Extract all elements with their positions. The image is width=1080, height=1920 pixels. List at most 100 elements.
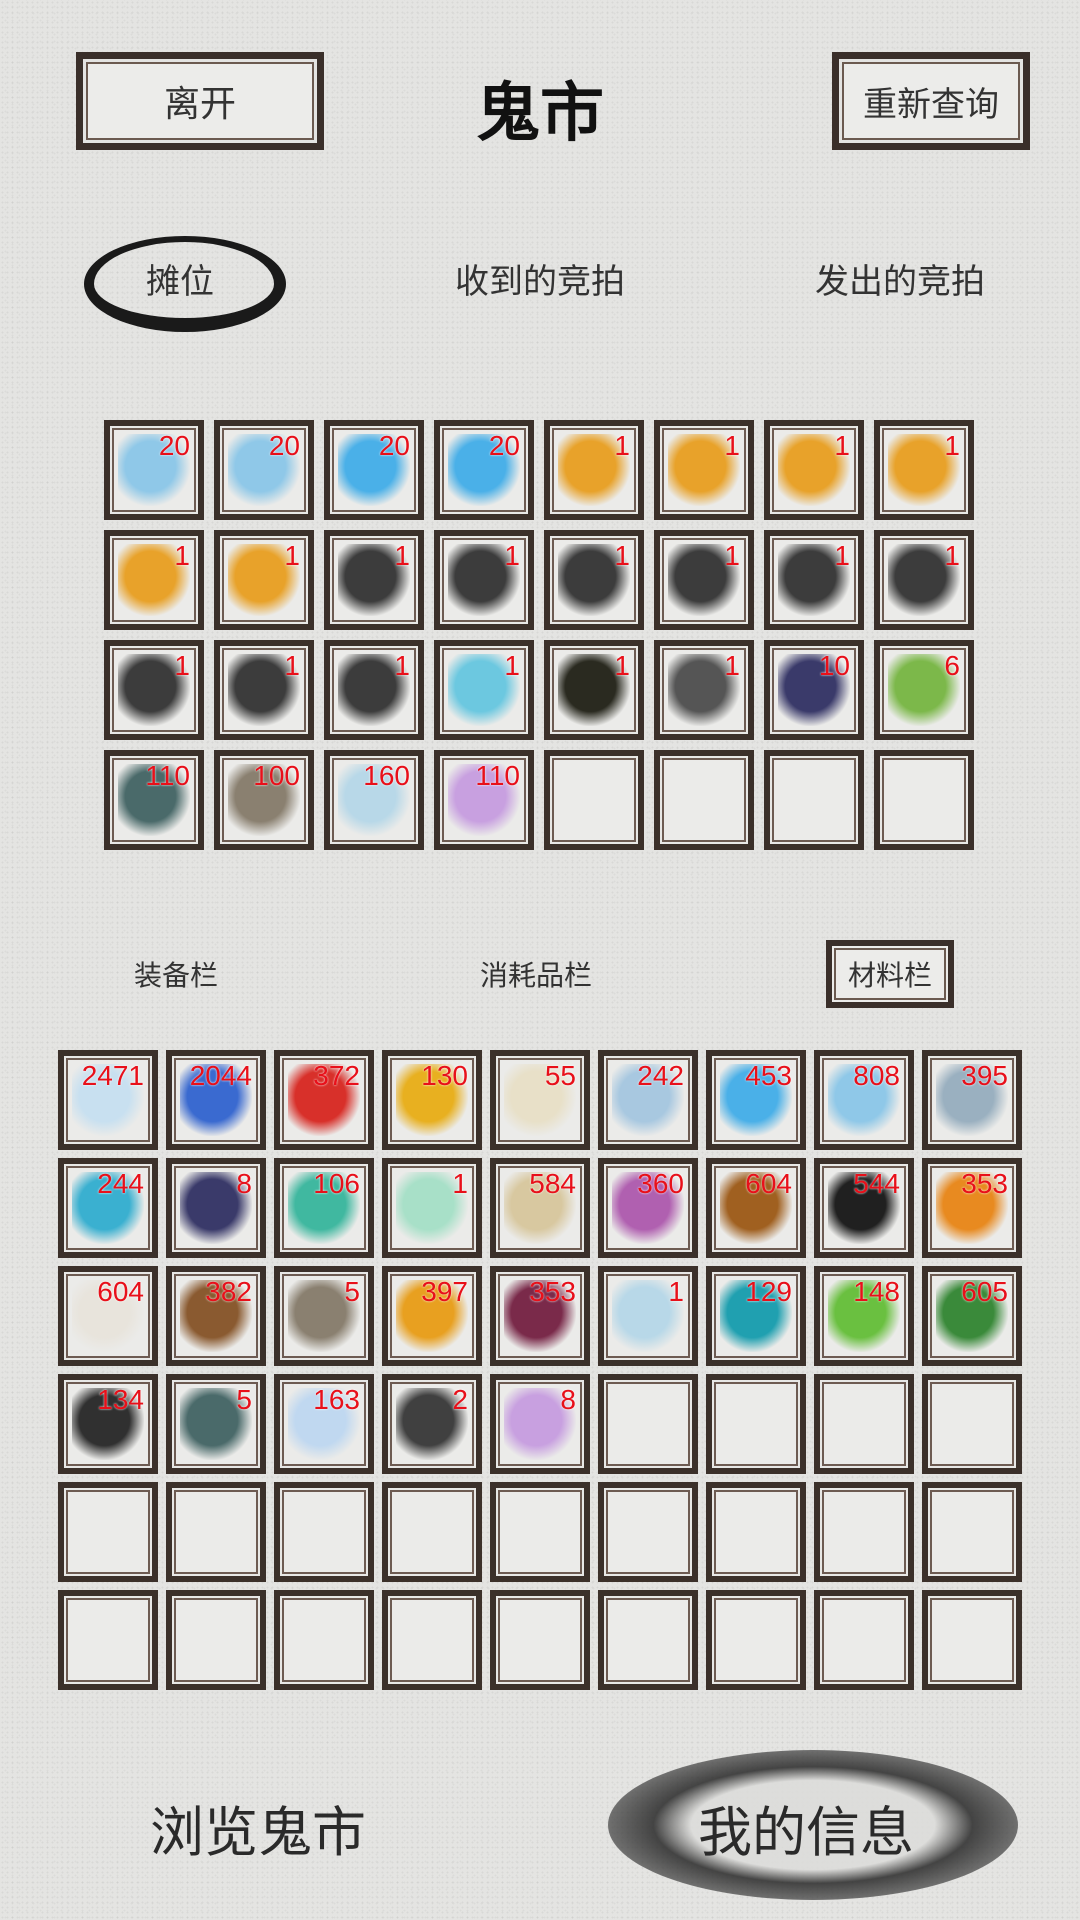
bag-slot[interactable]: 106 xyxy=(274,1158,374,1258)
bag-slot[interactable] xyxy=(922,1374,1022,1474)
bag-slot[interactable]: 395 xyxy=(922,1050,1022,1150)
bag-slot[interactable] xyxy=(166,1590,266,1690)
bag-slot[interactable]: 605 xyxy=(922,1266,1022,1366)
bag-slot[interactable] xyxy=(382,1482,482,1582)
bag-slot[interactable] xyxy=(382,1590,482,1690)
stall-slot[interactable] xyxy=(654,750,754,850)
bag-slot[interactable]: 55 xyxy=(490,1050,590,1150)
stall-slot[interactable]: 1 xyxy=(874,420,974,520)
bag-slot[interactable]: 5 xyxy=(166,1374,266,1474)
bag-slot[interactable]: 163 xyxy=(274,1374,374,1474)
bag-slot[interactable] xyxy=(706,1482,806,1582)
stall-slot[interactable] xyxy=(544,750,644,850)
bag-slot[interactable]: 8 xyxy=(490,1374,590,1474)
stall-slot[interactable]: 1 xyxy=(654,420,754,520)
bag-slot[interactable] xyxy=(706,1590,806,1690)
tab-sent-bids[interactable]: 发出的竞拍 xyxy=(790,254,1010,303)
stall-slot[interactable]: 1 xyxy=(434,640,534,740)
bag-slot[interactable]: 2 xyxy=(382,1374,482,1474)
bag-slot[interactable] xyxy=(490,1590,590,1690)
requery-button[interactable]: 重新查询 xyxy=(832,52,1030,150)
stall-slot[interactable] xyxy=(764,750,864,850)
bag-slot[interactable] xyxy=(706,1374,806,1474)
stall-slot[interactable]: 1 xyxy=(104,530,204,630)
tab-materials[interactable]: 材料栏 xyxy=(826,940,955,1008)
tab-consumables[interactable]: 消耗品栏 xyxy=(480,954,592,994)
bag-slot[interactable] xyxy=(598,1482,698,1582)
stall-slot[interactable]: 10 xyxy=(764,640,864,740)
bag-slot[interactable]: 382 xyxy=(166,1266,266,1366)
stall-slot[interactable]: 20 xyxy=(104,420,204,520)
bag-slot[interactable] xyxy=(814,1374,914,1474)
tab-stall[interactable]: 摊位 xyxy=(110,254,250,303)
bag-slot[interactable]: 148 xyxy=(814,1266,914,1366)
tab-equipment[interactable]: 装备栏 xyxy=(134,954,218,994)
bag-slot[interactable] xyxy=(922,1482,1022,1582)
bag-slot[interactable]: 808 xyxy=(814,1050,914,1150)
stall-slot[interactable]: 100 xyxy=(214,750,314,850)
bag-slot[interactable]: 244 xyxy=(58,1158,158,1258)
stall-slot[interactable]: 1 xyxy=(654,530,754,630)
stall-slot[interactable]: 1 xyxy=(544,530,644,630)
bag-slot[interactable]: 353 xyxy=(922,1158,1022,1258)
bag-slot[interactable]: 1 xyxy=(598,1266,698,1366)
bag-slot[interactable]: 360 xyxy=(598,1158,698,1258)
stall-slot[interactable]: 1 xyxy=(214,530,314,630)
browse-market-button[interactable]: 浏览鬼市 xyxy=(150,1788,366,1867)
stall-grid: 20 20 20 20 1 1 1 1 1 1 1 1 1 1 1 1 1 1 1 1 1 1 10 6 110 100 160 11… xyxy=(104,420,974,850)
tab-received-bids[interactable]: 收到的竞拍 xyxy=(430,254,650,303)
stall-slot[interactable]: 1 xyxy=(214,640,314,740)
stall-slot[interactable]: 1 xyxy=(324,530,424,630)
bag-slot[interactable]: 584 xyxy=(490,1158,590,1258)
bag-slot[interactable] xyxy=(598,1590,698,1690)
bag-slot[interactable]: 5 xyxy=(274,1266,374,1366)
bag-slot[interactable] xyxy=(814,1482,914,1582)
stall-slot[interactable]: 6 xyxy=(874,640,974,740)
bag-slot[interactable]: 130 xyxy=(382,1050,482,1150)
bag-slot[interactable]: 372 xyxy=(274,1050,374,1150)
stall-slot[interactable]: 1 xyxy=(654,640,754,740)
bag-slot[interactable]: 544 xyxy=(814,1158,914,1258)
bag-slot[interactable]: 8 xyxy=(166,1158,266,1258)
stall-slot[interactable]: 1 xyxy=(104,640,204,740)
stall-slot[interactable]: 1 xyxy=(764,530,864,630)
bag-slot[interactable]: 1 xyxy=(382,1158,482,1258)
stall-slot[interactable] xyxy=(874,750,974,850)
item-quantity: 1 xyxy=(668,1276,684,1307)
bag-slot[interactable]: 2044 xyxy=(166,1050,266,1150)
bag-slot[interactable] xyxy=(814,1590,914,1690)
bag-slot[interactable]: 134 xyxy=(58,1374,158,1474)
bag-slot[interactable]: 2471 xyxy=(58,1050,158,1150)
bag-slot[interactable] xyxy=(166,1482,266,1582)
bag-slot[interactable] xyxy=(58,1590,158,1690)
stall-slot[interactable]: 1 xyxy=(324,640,424,740)
stall-slot[interactable]: 1 xyxy=(544,640,644,740)
bag-slot[interactable] xyxy=(598,1374,698,1474)
bag-slot[interactable] xyxy=(922,1590,1022,1690)
bag-slot[interactable]: 397 xyxy=(382,1266,482,1366)
stall-slot[interactable]: 20 xyxy=(214,420,314,520)
stall-slot[interactable]: 20 xyxy=(324,420,424,520)
stall-slot[interactable]: 110 xyxy=(434,750,534,850)
bag-slot[interactable] xyxy=(274,1482,374,1582)
bag-slot[interactable]: 604 xyxy=(706,1158,806,1258)
stall-slot[interactable]: 110 xyxy=(104,750,204,850)
stall-slot[interactable]: 20 xyxy=(434,420,534,520)
item-quantity: 544 xyxy=(853,1168,900,1199)
stall-slot[interactable]: 1 xyxy=(764,420,864,520)
bag-slot[interactable]: 353 xyxy=(490,1266,590,1366)
bag-slot[interactable]: 604 xyxy=(58,1266,158,1366)
bag-slot[interactable] xyxy=(274,1590,374,1690)
bag-slot[interactable] xyxy=(58,1482,158,1582)
my-info-button[interactable]: 我的信息 xyxy=(698,1788,914,1867)
stall-slot[interactable]: 1 xyxy=(544,420,644,520)
bag-slot[interactable] xyxy=(490,1482,590,1582)
bag-slot[interactable]: 129 xyxy=(706,1266,806,1366)
stall-slot[interactable]: 1 xyxy=(434,530,534,630)
item-quantity: 129 xyxy=(745,1276,792,1307)
stall-slot[interactable]: 1 xyxy=(874,530,974,630)
stall-slot[interactable]: 160 xyxy=(324,750,424,850)
bag-slot[interactable]: 453 xyxy=(706,1050,806,1150)
bag-slot[interactable]: 242 xyxy=(598,1050,698,1150)
leave-button[interactable]: 离开 xyxy=(76,52,324,150)
